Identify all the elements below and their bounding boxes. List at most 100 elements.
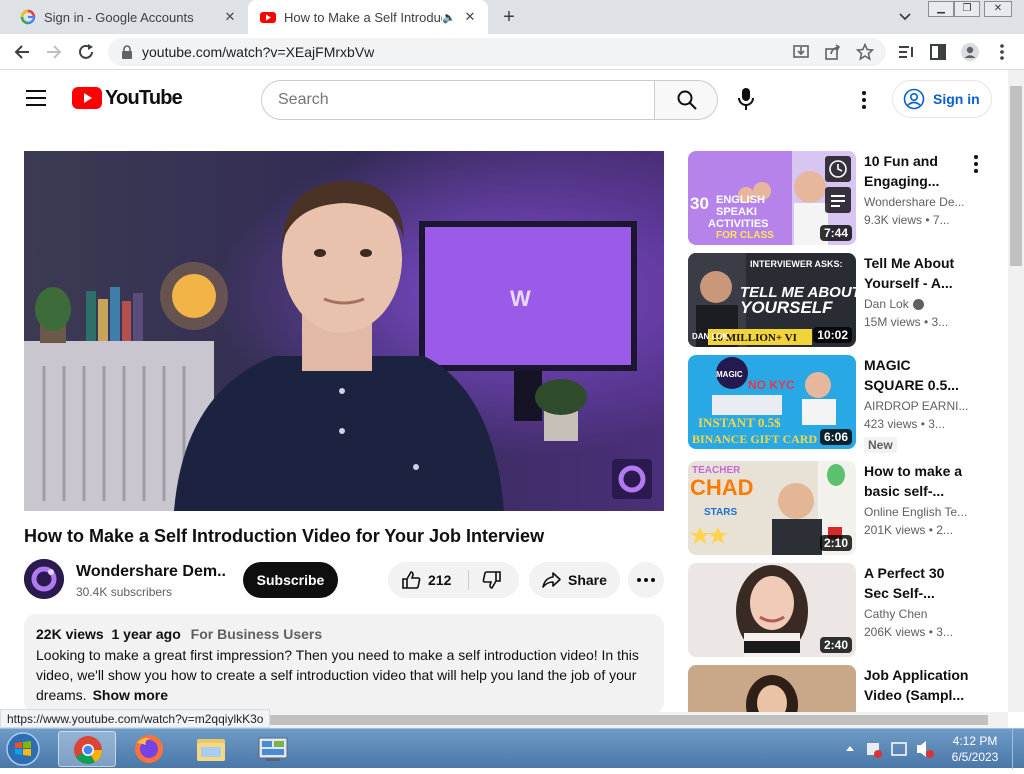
microphone-icon[interactable] — [734, 86, 758, 112]
recommendation-item[interactable]: TEACHER CHAD STARS 2:10 How to make a ba… — [688, 461, 988, 555]
tab-youtube-video[interactable]: How to Make a Self Introduc 🔈 ✕ — [248, 0, 488, 34]
recommendation-title[interactable]: How to make a basic self-... — [864, 461, 972, 501]
channel-avatar[interactable] — [24, 559, 64, 599]
recommendation-thumbnail[interactable]: INTERVIEWER ASKS: TELL ME ABOUT YOURSELF… — [688, 253, 856, 347]
restore-button[interactable]: ❐ — [954, 1, 980, 17]
thumb-text-line: BINANCE GIFT CARD — [692, 432, 817, 446]
minimize-button[interactable]: ▁ — [928, 1, 954, 17]
taskbar-firefox[interactable] — [120, 731, 178, 767]
recommendation-title[interactable]: Job Application Video (Sampl... — [864, 665, 972, 705]
google-icon — [20, 9, 36, 25]
category-tag[interactable]: For Business Users — [191, 626, 323, 642]
forward-arrow-icon[interactable] — [44, 42, 64, 62]
bookmark-star-icon[interactable] — [856, 43, 874, 61]
more-horizontal-icon — [637, 578, 655, 582]
recommendation-menu-icon[interactable] — [970, 154, 982, 174]
new-tab-button[interactable]: + — [498, 6, 520, 28]
system-clock[interactable]: 4:12 PM 6/5/2023 — [940, 733, 1010, 765]
sign-in-button[interactable]: Sign in — [892, 80, 992, 118]
share-button[interactable]: Share — [529, 562, 620, 598]
recommendation-thumbnail[interactable]: 2:40 — [688, 563, 856, 657]
search-button[interactable] — [654, 80, 718, 120]
vertical-scrollbar[interactable] — [1008, 70, 1024, 712]
video-duration: 2:40 — [819, 637, 852, 653]
scrollbar-thumb[interactable] — [270, 715, 988, 725]
side-panel-icon[interactable] — [928, 42, 948, 62]
recommendation-channel[interactable]: Online English Te... — [864, 505, 970, 519]
browser-menu-icon[interactable] — [992, 42, 1012, 62]
recommendation-title[interactable]: A Perfect 30 Sec Self-... — [864, 563, 972, 603]
taskbar-chrome[interactable] — [58, 731, 116, 767]
dislike-button[interactable] — [469, 562, 519, 598]
settings-menu-icon[interactable] — [855, 88, 873, 112]
firefox-icon — [135, 735, 163, 763]
recommendation-title[interactable]: Tell Me About Yourself - A... — [864, 253, 972, 293]
close-window-button[interactable]: ✕ — [984, 1, 1012, 17]
back-arrow-icon[interactable] — [12, 42, 32, 62]
recommendation-item[interactable]: MAGIC NO KYC INSTANT 0.5$ BINANCE GIFT C… — [688, 355, 988, 453]
system-tray — [842, 729, 938, 769]
recommendation-meta: 15M views • 3... — [864, 315, 949, 329]
recommendation-channel[interactable]: Dan Lok — [864, 297, 970, 311]
tray-icons — [846, 741, 934, 758]
video-duration: 10:02 — [813, 327, 852, 343]
recommendation-item[interactable]: 2:40 A Perfect 30 Sec Self-... Cathy Che… — [688, 563, 988, 657]
taskbar-control-panel[interactable] — [244, 731, 302, 767]
recommendation-thumbnail[interactable]: MAGIC NO KYC INSTANT 0.5$ BINANCE GIFT C… — [688, 355, 856, 449]
recommendation-channel[interactable]: Wondershare De... — [864, 195, 970, 209]
search-input[interactable] — [261, 80, 655, 120]
recommendation-thumbnail[interactable] — [688, 665, 856, 712]
windows-start-icon[interactable] — [4, 731, 42, 767]
recommendation-meta: 201K views • 2... — [864, 523, 953, 537]
recommendation-channel[interactable]: AIRDROP EARNI... — [864, 399, 970, 413]
video-frame-image: W — [24, 151, 664, 511]
hamburger-menu-icon[interactable] — [26, 90, 46, 106]
share-page-icon[interactable] — [824, 43, 842, 61]
thumb-text-line: MAGIC — [716, 370, 743, 379]
like-button[interactable]: 212 — [388, 562, 468, 598]
svg-text:W: W — [510, 286, 531, 311]
description-box[interactable]: 22K views 1 year ago For Business Users … — [24, 614, 664, 714]
close-tab-icon[interactable]: ✕ — [220, 9, 240, 25]
audio-playing-icon[interactable]: 🔈 — [442, 11, 456, 24]
channel-name[interactable]: Wondershare Dem... — [76, 563, 226, 581]
folder-icon — [197, 739, 225, 761]
volume-icon[interactable] — [917, 741, 926, 757]
close-tab-icon[interactable]: ✕ — [460, 9, 480, 25]
youtube-logo[interactable]: YouTube — [72, 86, 183, 110]
view-count: 22K views — [36, 626, 104, 642]
recommendation-item[interactable]: 30 ENGLISH SPEAKI ACTIVITIES FOR CLASS 7… — [688, 151, 988, 245]
network-icon[interactable] — [891, 742, 907, 756]
thumb-text-line: ACTIVITIES — [708, 218, 769, 230]
taskbar-file-explorer[interactable] — [182, 731, 240, 767]
thumb-text-line: INTERVIEWER ASKS: — [750, 259, 843, 269]
more-actions-button[interactable] — [628, 562, 664, 598]
upload-age: 1 year ago — [111, 626, 181, 642]
reading-list-icon[interactable] — [896, 42, 916, 62]
video-player[interactable]: W — [24, 151, 664, 511]
tab-search-chevron-icon[interactable] — [894, 8, 916, 26]
lock-icon[interactable] — [120, 44, 134, 60]
recommendation-channel[interactable]: Cathy Chen — [864, 607, 970, 621]
recommendation-thumbnail[interactable]: 30 ENGLISH SPEAKI ACTIVITIES FOR CLASS 7… — [688, 151, 856, 245]
show-more-button[interactable]: Show more — [93, 687, 168, 703]
recommendation-thumbnail[interactable]: TEACHER CHAD STARS 2:10 — [688, 461, 856, 555]
reload-icon[interactable] — [76, 42, 96, 62]
install-app-icon[interactable] — [792, 43, 810, 61]
scrollbar-thumb[interactable] — [1010, 86, 1022, 266]
thumb-text-line: INSTANT 0.5$ — [698, 415, 781, 430]
show-desktop-button[interactable] — [1012, 729, 1024, 769]
address-bar[interactable]: youtube.com/watch?v=XEajFMrxbVw — [108, 38, 886, 66]
recommendation-item[interactable]: Job Application Video (Sampl... — [688, 665, 988, 712]
show-hidden-icons-icon[interactable] — [846, 746, 854, 751]
thumb-text-line: SPEAKI — [716, 206, 757, 218]
subscribe-button[interactable]: Subscribe — [243, 562, 338, 598]
account-circle-icon — [903, 88, 925, 110]
recommendation-item[interactable]: INTERVIEWER ASKS: TELL ME ABOUT YOURSELF… — [688, 253, 988, 347]
url-text[interactable]: youtube.com/watch?v=XEajFMrxbVw — [142, 44, 374, 60]
recommendation-title[interactable]: MAGIC SQUARE 0.5... — [864, 355, 972, 395]
clock-date: 6/5/2023 — [951, 750, 999, 764]
tab-google-signin[interactable]: Sign in - Google Accounts ✕ — [8, 0, 248, 34]
profile-avatar-icon[interactable] — [960, 42, 980, 62]
recommendation-title[interactable]: 10 Fun and Engaging... — [864, 151, 972, 191]
